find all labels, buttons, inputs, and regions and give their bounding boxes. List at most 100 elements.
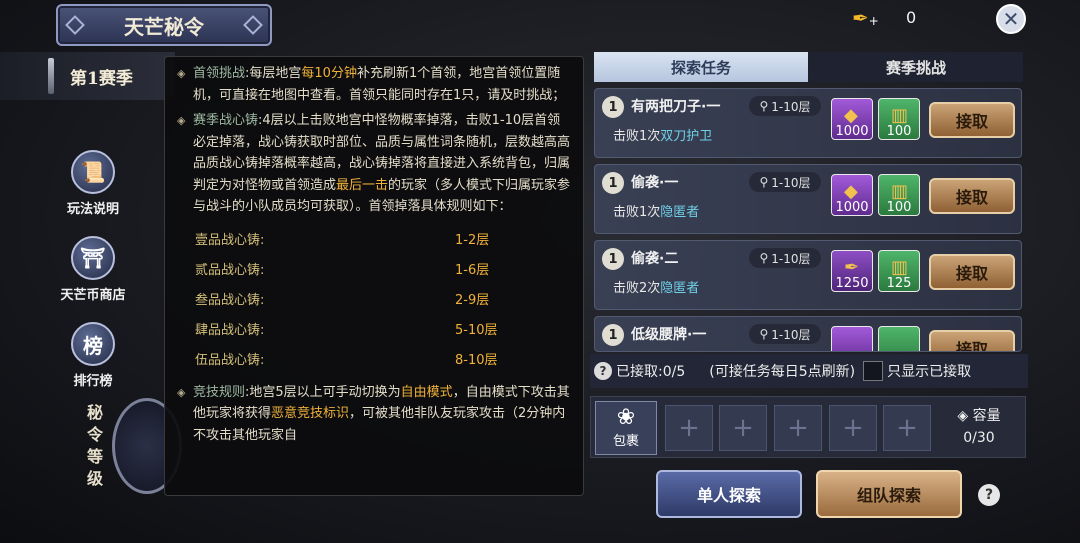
rank-button[interactable]: 榜 排行榜 (38, 322, 148, 389)
accept-button[interactable]: 接取 (929, 254, 1015, 290)
diamond-icon: ◈ (177, 67, 186, 80)
tier-floors: 5-10层 (455, 322, 498, 338)
task-item[interactable]: 1 偷袭·二 ⚲ 1-10层 击败2次隐匿者 ✒ 1250 ▥ 125 接取 (594, 240, 1022, 310)
reward-slot[interactable] (878, 326, 920, 351)
task-desc-text: 击败1次 (613, 129, 661, 144)
reward-slot[interactable]: ▥ 125 (878, 250, 920, 292)
tier-floors: 1-2层 (455, 232, 490, 248)
accept-button[interactable]: 接取 (929, 330, 1015, 351)
scroll-reward-icon: ▥ (891, 181, 909, 202)
task-target: 双刀护卫 (660, 129, 713, 144)
refresh-note: (可接任务每日5点刷新) (709, 364, 856, 380)
task-item[interactable]: 1 有两把刀子·一 ⚲ 1-10层 击败1次双刀护卫 ◆ 1000 ▥ 100 接取 (594, 88, 1022, 158)
rules-tooltip: ◈ 首领挑战:每层地宫每10分钟补充刷新1个首领，地宫首领位置随机，可直接在地图中… (164, 56, 584, 496)
floor-text: 1-10层 (771, 251, 811, 266)
reward-count: 1250 (835, 276, 869, 291)
bag-slot[interactable]: + (883, 405, 931, 451)
task-name: 有两把刀子·一 (631, 99, 721, 115)
floor-tag: ⚲ 1-10层 (749, 96, 821, 116)
rank-char: 等 (86, 447, 103, 466)
help-icon[interactable]: ? (978, 484, 1000, 506)
feather-icon: ✒ (844, 257, 860, 278)
task-target: 隐匿者 (660, 281, 700, 296)
task-desc-text: 击败1次 (613, 205, 661, 220)
bag-slot[interactable]: + (774, 405, 822, 451)
task-badge: 1 (602, 248, 624, 270)
scroll-reward-icon: ▥ (891, 105, 909, 126)
reward-slot[interactable] (831, 326, 873, 351)
accept-button[interactable]: 接取 (929, 102, 1015, 138)
task-badge: 1 (602, 96, 624, 118)
tier-row: 伍品战心铸: 8-10层 (177, 346, 573, 376)
bag-slot[interactable]: + (665, 405, 713, 451)
tier-floors: 1-6层 (455, 262, 490, 278)
bag-icon: ❀ (616, 405, 636, 430)
guide-button[interactable]: 📜 玩法说明 (38, 150, 148, 217)
rank-label: 排行榜 (73, 374, 113, 389)
boss-rule: ◈ 首领挑战:每层地宫每10分钟补充刷新1个首领，地宫首领位置随机，可直接在地图中… (177, 63, 573, 106)
tier-floors: 2-9层 (455, 292, 490, 308)
only-accepted-checkbox[interactable] (863, 361, 884, 381)
tier-name: 壹品战心铸: (195, 232, 265, 248)
solo-explore-button[interactable]: 单人探索 (656, 470, 802, 518)
tab-explore[interactable]: 探索任务 (594, 52, 808, 82)
token-icon: ◆ (844, 105, 858, 126)
pvp-rule: ◈ 竞技规则:地宫5层以上可手动切换为自由模式，自由模式下攻击其他玩家将获得恶意竞… (177, 382, 573, 447)
currency-value: 0 (906, 8, 917, 27)
diamond-icon: ◈ (957, 408, 973, 424)
bag-bar: ❀ 包裹 + + + + + ◈ 容量 0/30 (590, 396, 1026, 458)
floor-text: 1-10层 (771, 327, 811, 342)
task-info-bar: ? 已接取:0/5 (可接任务每日5点刷新) 只显示已接取 (590, 354, 1028, 388)
bag-slot[interactable]: + (719, 405, 767, 451)
capacity-box: ◈ 容量 0/30 (936, 405, 1022, 449)
task-badge: 1 (602, 324, 624, 346)
tier-row: 肆品战心铸: 5-10层 (177, 316, 573, 346)
diamond-icon: ◈ (177, 385, 186, 399)
task-desc-text: 击败2次 (613, 281, 661, 296)
floor-tag: ⚲ 1-10层 (749, 324, 821, 344)
lock-icon: ⚲ (759, 99, 769, 113)
close-button[interactable]: ✕ (996, 4, 1026, 34)
title-plate: 天芒秘令 (56, 4, 272, 46)
scroll-reward-icon: ▥ (891, 257, 909, 278)
rank-char: 级 (86, 469, 103, 488)
shop-label: 天芒币商店 (60, 288, 126, 303)
reward-slot[interactable]: ▥ 100 (878, 174, 920, 216)
reward-count: 1000 (835, 200, 869, 215)
bag-slot[interactable]: + (829, 405, 877, 451)
task-name: 偷袭·二 (631, 251, 679, 267)
shop-button[interactable]: ⛩ 天芒币商店 (38, 236, 148, 303)
ornament-icon (65, 15, 85, 35)
lock-icon: ⚲ (759, 327, 769, 341)
season-label: 第1赛季 (70, 69, 133, 89)
team-explore-button[interactable]: 组队探索 (816, 470, 962, 518)
lock-icon: ⚲ (759, 175, 769, 189)
tab-season[interactable]: 赛季挑战 (809, 52, 1023, 82)
reward-slot[interactable]: ◆ 1000 (831, 174, 873, 216)
task-desc: 击败2次隐匿者 (613, 277, 699, 296)
reward-slot[interactable]: ▥ 100 (878, 98, 920, 140)
shop-icon: ⛩ (71, 236, 115, 280)
reward-count: 125 (886, 276, 912, 291)
task-item[interactable]: 1 低级腰牌·一 ⚲ 1-10层 接取 (594, 316, 1022, 352)
tier-name: 伍品战心铸: (195, 352, 265, 368)
reward-slot[interactable]: ◆ 1000 (831, 98, 873, 140)
accept-button[interactable]: 接取 (929, 178, 1015, 214)
tier-row: 贰品战心铸: 1-6层 (177, 256, 573, 286)
tier-row: 壹品战心铸: 1-2层 (177, 226, 573, 256)
lock-icon: ⚲ (759, 251, 769, 265)
tier-name: 肆品战心铸: (195, 322, 265, 338)
rank-char: 令 (86, 425, 103, 444)
diamond-icon: ◈ (177, 114, 186, 127)
reward-count: 100 (886, 200, 912, 215)
floor-tag: ⚲ 1-10层 (749, 172, 821, 192)
page-title: 天芒秘令 (124, 14, 204, 39)
task-item[interactable]: 1 偷袭·一 ⚲ 1-10层 击败1次隐匿者 ◆ 1000 ▥ 100 接取 (594, 164, 1022, 234)
task-badge: 1 (602, 172, 624, 194)
boss-rule-text: :每层地宫 (245, 66, 302, 81)
reward-slot[interactable]: ✒ 1250 (831, 250, 873, 292)
bag-label: 包裹 (612, 434, 639, 449)
feather-plus-icon[interactable]: ✒+ (852, 6, 879, 30)
bag-button[interactable]: ❀ 包裹 (595, 401, 657, 455)
help-icon[interactable]: ? (594, 362, 612, 380)
